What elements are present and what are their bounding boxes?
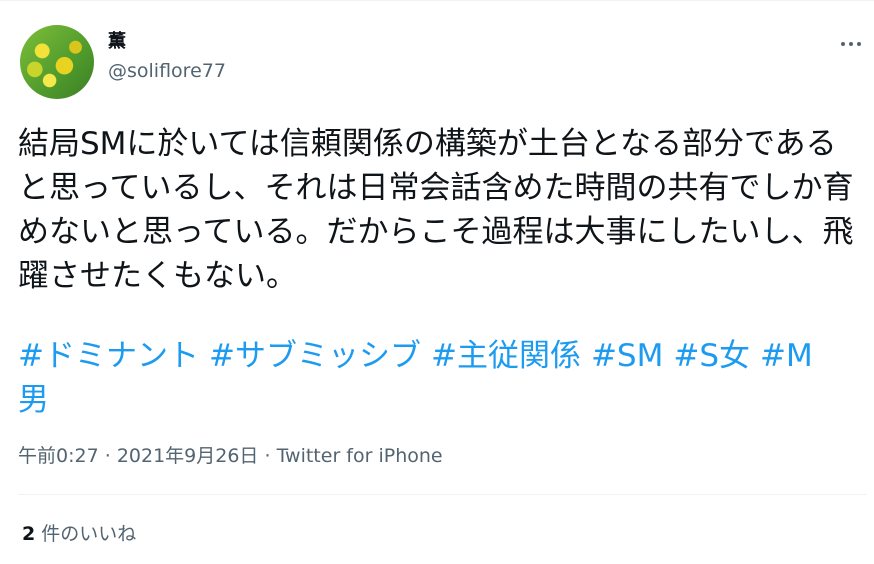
more-options-button[interactable]: [836, 34, 866, 54]
tweet-text: 結局SMに於いては信頼関係の構築が土台となる部分であると思っているし、それは日常…: [18, 126, 854, 294]
meta-separator: ·: [104, 445, 111, 467]
hashtag-link[interactable]: #ドミナント: [18, 338, 199, 374]
more-dots-icon: [841, 42, 845, 46]
user-handle[interactable]: @soliflore77: [108, 58, 226, 84]
likes-count: 2: [22, 523, 36, 545]
hashtag-list: #ドミナント #サブミッシブ #主従関係 #SM #S女 #M男: [18, 334, 848, 422]
hashtag-link[interactable]: #主従関係: [431, 338, 581, 374]
tweet-source[interactable]: Twitter for iPhone: [277, 445, 443, 467]
top-border: [0, 0, 874, 1]
hashtag-link[interactable]: #SM: [591, 338, 663, 374]
likes-link[interactable]: 2 件のいいね: [22, 521, 136, 547]
hashtag-link[interactable]: #サブミッシブ: [209, 338, 421, 374]
more-dots-icon: [849, 42, 853, 46]
avatar[interactable]: [20, 25, 94, 99]
divider: [18, 494, 867, 495]
tweet-author[interactable]: 薫 @soliflore77: [108, 30, 226, 84]
tweet-time[interactable]: 午前0:27: [18, 445, 99, 467]
likes-label: 件のいいね: [41, 523, 137, 545]
tweet-meta: 午前0:27 · 2021年9月26日 · Twitter for iPhone: [18, 443, 443, 469]
meta-separator: ·: [264, 445, 271, 467]
hashtag-link[interactable]: #S女: [673, 338, 750, 374]
more-dots-icon: [857, 42, 861, 46]
display-name[interactable]: 薫: [108, 30, 226, 54]
tweet-date[interactable]: 2021年9月26日: [117, 445, 259, 467]
